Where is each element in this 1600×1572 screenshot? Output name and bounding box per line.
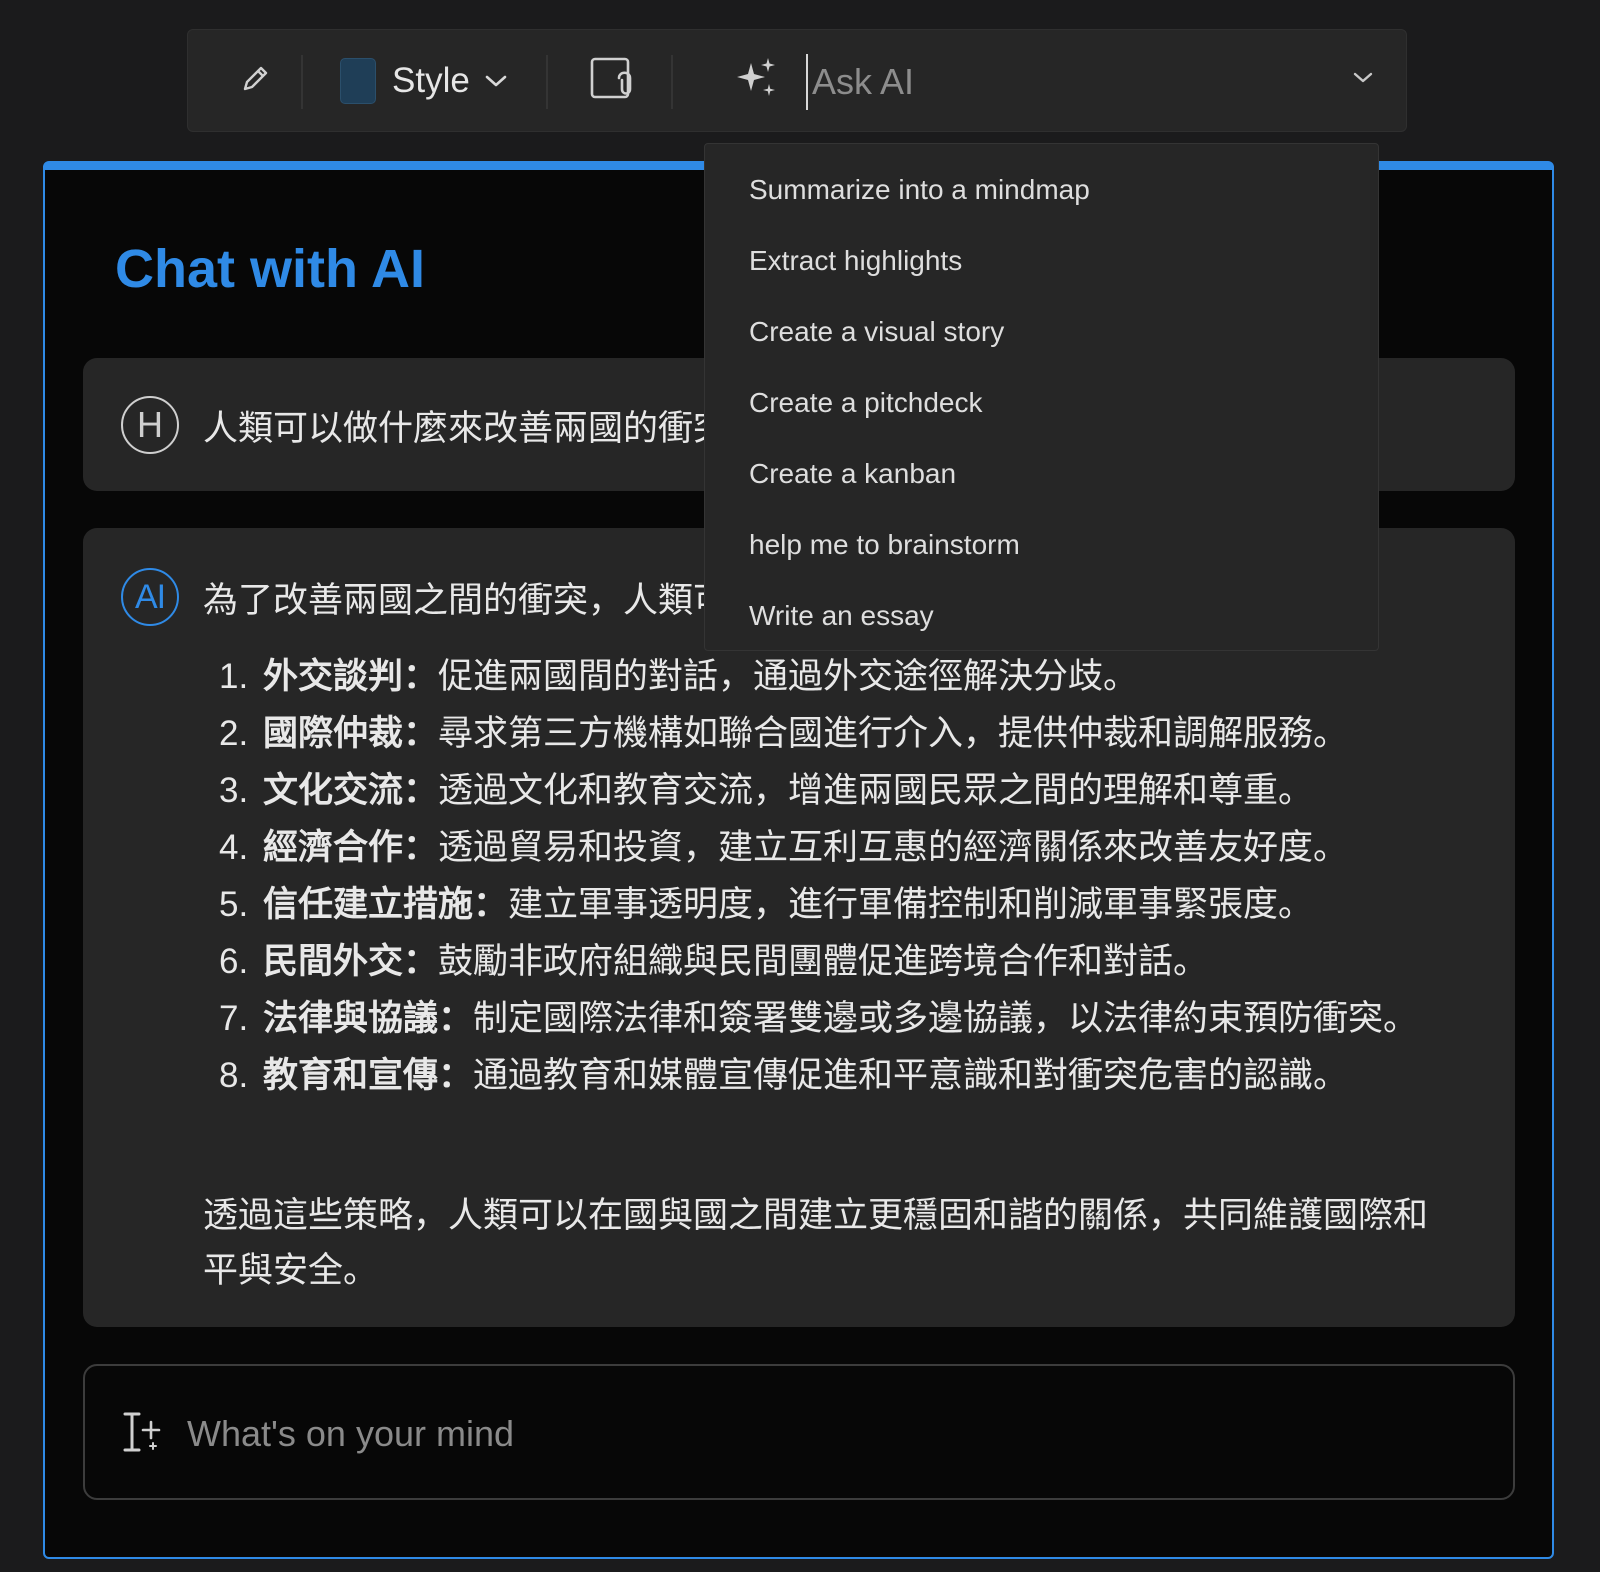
item-number: 2. — [219, 714, 249, 753]
item-number: 8. — [219, 1056, 249, 1095]
item-text: 尋求第三方機構如聯合國進行介入，提供仲裁和調解服務。 — [438, 714, 1349, 753]
sparkles-icon — [733, 55, 779, 106]
list-item: 2. 國際仲裁：尋求第三方機構如聯合國進行介入，提供仲裁和調解服務。 — [219, 705, 1439, 762]
menu-item-write-essay[interactable]: Write an essay — [705, 580, 1378, 651]
item-heading: 文化交流： — [263, 771, 439, 810]
user-avatar: H — [121, 396, 179, 454]
menu-item-brainstorm[interactable]: help me to brainstorm — [705, 509, 1378, 580]
ai-message-conclusion: 透過這些策略，人類可以在國與國之間建立更穩固和諧的關係，共同維護國際和平與安全。 — [203, 1196, 1429, 1290]
item-text: 通過教育和媒體宣傳促進和平意識和對衝突危害的認識。 — [473, 1056, 1349, 1095]
item-heading: 外交談判： — [263, 657, 439, 696]
style-label: Style — [392, 60, 470, 100]
text-cursor-sparkle-icon — [119, 1410, 165, 1459]
style-swatch — [340, 57, 376, 104]
menu-item-kanban[interactable]: Create a kanban — [705, 438, 1378, 509]
item-text: 建立軍事透明度，進行軍備控制和削減軍事緊張度。 — [508, 885, 1314, 924]
chat-composer[interactable] — [83, 1364, 1515, 1500]
ai-strategy-list: 1. 外交談判：促進兩國間的對話，通過外交途徑解決分歧。 2. 國際仲裁：尋求第三方… — [219, 648, 1439, 1104]
reference-button[interactable] — [578, 30, 648, 131]
item-text: 促進兩國間的對話，通過外交途徑解決分歧。 — [438, 657, 1139, 696]
list-item: 5. 信任建立措施：建立軍事透明度，進行軍備控制和削減軍事緊張度。 — [219, 876, 1439, 933]
list-item: 4. 經濟合作：透過貿易和投資，建立互利互惠的經濟關係來改善友好度。 — [219, 819, 1439, 876]
list-item: 8. 教育和宣傳：通過教育和媒體宣傳促進和平意識和對衝突危害的認識。 — [219, 1047, 1439, 1104]
ask-ai-suggestions-menu: Summarize into a mindmap Extract highlig… — [704, 143, 1379, 651]
item-number: 4. — [219, 828, 249, 867]
item-heading: 教育和宣傳： — [263, 1056, 474, 1095]
toolbar-divider — [546, 55, 548, 109]
item-text: 鼓勵非政府組織與民間團體促進跨境合作和對話。 — [438, 942, 1209, 981]
item-text: 透過文化和教育交流，增進兩國民眾之間的理解和尊重。 — [438, 771, 1314, 810]
item-heading: 經濟合作： — [263, 828, 439, 867]
page-title: Chat with AI — [115, 239, 425, 299]
toolbar-divider — [671, 55, 673, 109]
item-text: 制定國際法律和簽署雙邊或多邊協議，以法律約束預防衝突。 — [473, 999, 1419, 1038]
chevron-down-icon — [484, 73, 508, 89]
item-heading: 民間外交： — [263, 942, 439, 981]
ask-ai-dropdown-toggle[interactable] — [1328, 30, 1398, 131]
ai-toolbar: Style — [187, 29, 1407, 132]
item-number: 3. — [219, 771, 249, 810]
menu-item-visual-story[interactable]: Create a visual story — [705, 296, 1378, 367]
list-item: 3. 文化交流：透過文化和教育交流，增進兩國民眾之間的理解和尊重。 — [219, 762, 1439, 819]
item-number: 5. — [219, 885, 249, 924]
ai-avatar: AI — [121, 568, 179, 626]
menu-item-extract-highlights[interactable]: Extract highlights — [705, 225, 1378, 296]
reference-icon — [589, 56, 637, 105]
chat-input[interactable] — [185, 1404, 1465, 1464]
list-item: 6. 民間外交：鼓勵非政府組織與民間團體促進跨境合作和對話。 — [219, 933, 1439, 990]
menu-item-pitchdeck[interactable]: Create a pitchdeck — [705, 367, 1378, 438]
item-number: 1. — [219, 657, 249, 696]
item-text: 透過貿易和投資，建立互利互惠的經濟關係來改善友好度。 — [438, 828, 1349, 867]
item-number: 7. — [219, 999, 249, 1038]
toolbar-divider — [301, 55, 303, 109]
chevron-down-icon — [1352, 71, 1374, 90]
menu-item-summarize-mindmap[interactable]: Summarize into a mindmap — [705, 154, 1378, 225]
style-dropdown-button[interactable]: Style — [338, 30, 553, 131]
list-item: 7. 法律與協議：制定國際法律和簽署雙邊或多邊協議，以法律約束預防衝突。 — [219, 990, 1439, 1047]
pencil-icon — [240, 62, 272, 99]
item-heading: 國際仲裁： — [263, 714, 439, 753]
item-number: 6. — [219, 942, 249, 981]
user-message-text: 人類可以做什麼來改善兩國的衝突？ — [203, 409, 764, 448]
item-heading: 法律與協議： — [263, 999, 474, 1038]
list-item: 1. 外交談判：促進兩國間的對話，通過外交途徑解決分歧。 — [219, 648, 1439, 705]
ai-sparkle-button[interactable] — [716, 30, 796, 131]
item-heading: 信任建立措施： — [263, 885, 509, 924]
ask-ai-input[interactable] — [806, 54, 1326, 110]
edit-button[interactable] — [226, 30, 286, 131]
